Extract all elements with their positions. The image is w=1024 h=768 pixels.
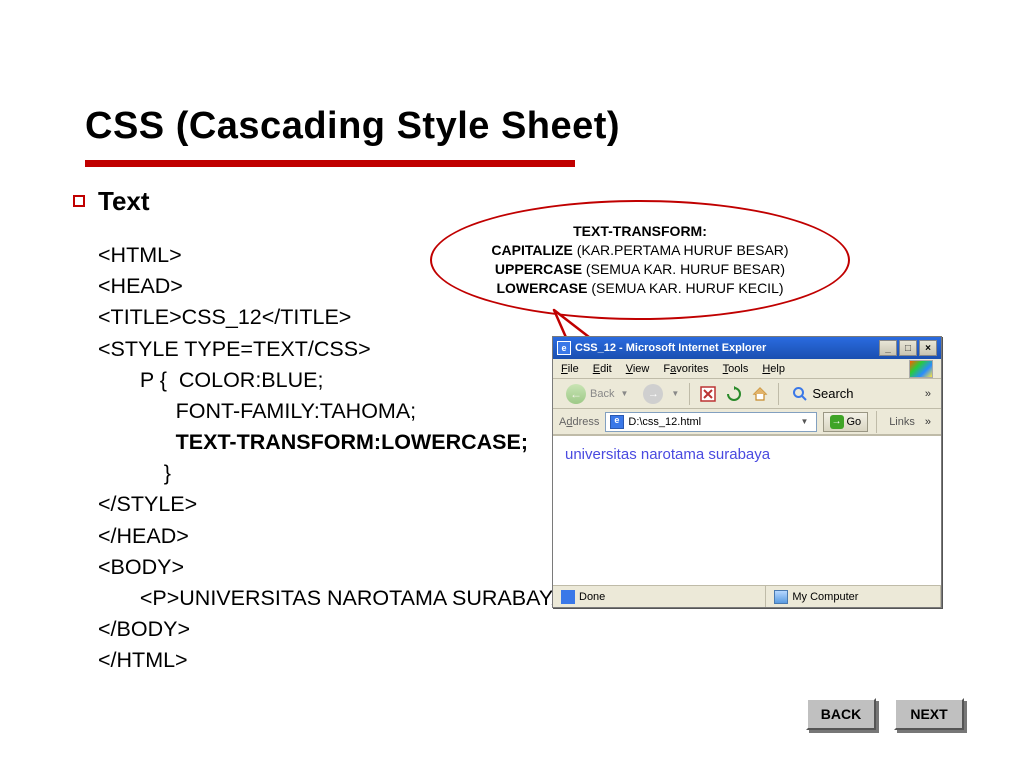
code-line: </HEAD> (98, 524, 189, 548)
code-line: <STYLE TYPE=TEXT/CSS> (98, 337, 371, 361)
code-line-bold: TEXT-TRANSFORM:LOWERCASE; (98, 430, 528, 454)
bubble-line2-bold: CAPITALIZE (491, 242, 572, 258)
code-line: <P>UNIVERSITAS NAROTAMA SURABAYA</P> (98, 586, 611, 610)
back-label: Back (590, 388, 614, 400)
status-done: Done (579, 591, 605, 603)
slide-title: CSS (Cascading Style Sheet) (85, 105, 620, 148)
toolbar-separator (876, 411, 877, 433)
address-value: D:\css_12.html (628, 416, 701, 428)
menu-tools[interactable]: Tools (723, 363, 749, 375)
code-line: </HTML> (98, 648, 188, 672)
code-line: } (98, 461, 171, 485)
code-line: <TITLE>CSS_12</TITLE> (98, 305, 351, 329)
address-dropdown-icon[interactable]: ▼ (798, 417, 812, 426)
forward-button[interactable]: → (643, 384, 663, 404)
toolbar-overflow-icon[interactable]: » (925, 388, 935, 400)
bubble-line1: TEXT-TRANSFORM: (573, 223, 707, 239)
status-zone: My Computer (792, 591, 858, 603)
minimize-button[interactable]: _ (879, 340, 897, 356)
maximize-button[interactable]: □ (899, 340, 917, 356)
page-content: universitas narotama surabaya (553, 435, 941, 585)
refresh-button[interactable] (724, 384, 744, 404)
stop-button[interactable] (698, 384, 718, 404)
back-dropdown-icon[interactable]: ▼ (618, 389, 630, 398)
go-label: Go (847, 416, 862, 428)
go-arrow-icon: → (830, 415, 844, 429)
slide-back-button[interactable]: BACK (806, 698, 876, 730)
code-line: <HTML> (98, 243, 182, 267)
close-button[interactable]: × (919, 340, 937, 356)
address-input[interactable]: D:\css_12.html ▼ (605, 412, 816, 432)
status-page-icon (561, 590, 575, 604)
bubble-line3: (SEMUA KAR. HURUF BESAR) (582, 261, 785, 277)
go-button[interactable]: → Go (823, 412, 869, 432)
menubar: File Edit View Favorites Tools Help (553, 359, 941, 379)
menu-file[interactable]: File (561, 363, 579, 375)
bubble-line4: (SEMUA KAR. HURUF KECIL) (587, 280, 783, 296)
bullet-icon (73, 195, 85, 207)
back-arrow-icon: ← (566, 384, 586, 404)
bubble-line2: (KAR.PERTAMA HURUF BESAR) (573, 242, 789, 258)
links-label[interactable]: Links (885, 416, 919, 428)
code-line: </STYLE> (98, 492, 197, 516)
slide-next-button[interactable]: NEXT (894, 698, 964, 730)
address-label: Address (559, 416, 599, 428)
status-bar: Done My Computer (553, 585, 941, 607)
menu-edit[interactable]: Edit (593, 363, 612, 375)
page-icon (610, 415, 624, 429)
menu-favorites[interactable]: Favorites (663, 363, 708, 375)
menu-help[interactable]: Help (762, 363, 785, 375)
toolbar: ← Back ▼ → ▼ Search » (553, 379, 941, 409)
computer-icon (774, 590, 788, 604)
callout-bubble: TEXT-TRANSFORM: CAPITALIZE (KAR.PERTAMA … (430, 200, 850, 320)
menu-view[interactable]: View (626, 363, 650, 375)
forward-dropdown-icon[interactable]: ▼ (669, 389, 681, 398)
code-line: <BODY> (98, 555, 184, 579)
rendered-paragraph: universitas narotama surabaya (565, 446, 770, 463)
code-line: P { COLOR:BLUE; (98, 368, 323, 392)
toolbar-separator (689, 383, 690, 405)
section-subtitle: Text (98, 186, 150, 217)
bubble-line4-bold: LOWERCASE (496, 280, 587, 296)
windows-logo-icon (909, 360, 933, 378)
bubble-line3-bold: UPPERCASE (495, 261, 582, 277)
ie-icon: e (557, 341, 571, 355)
home-button[interactable] (750, 384, 770, 404)
code-line: <HEAD> (98, 274, 183, 298)
search-button[interactable]: Search (787, 384, 858, 404)
toolbar-separator (778, 383, 779, 405)
code-line: </BODY> (98, 617, 190, 641)
links-overflow-icon[interactable]: » (925, 416, 935, 428)
title-rule (85, 160, 575, 167)
search-label: Search (812, 386, 853, 401)
window-title: CSS_12 - Microsoft Internet Explorer (575, 342, 879, 354)
browser-window: e CSS_12 - Microsoft Internet Explorer _… (552, 336, 942, 608)
address-bar: Address D:\css_12.html ▼ → Go Links » (553, 409, 941, 435)
window-titlebar[interactable]: e CSS_12 - Microsoft Internet Explorer _… (553, 337, 941, 359)
back-button[interactable]: ← Back ▼ (559, 381, 637, 407)
code-line: FONT-FAMILY:TAHOMA; (98, 399, 416, 423)
